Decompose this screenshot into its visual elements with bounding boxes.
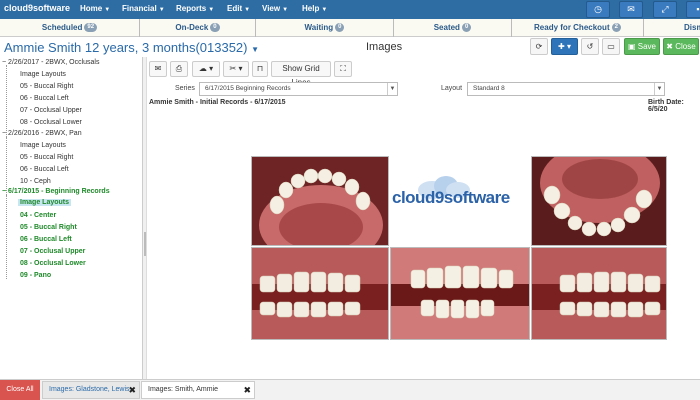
photo-buccal-left[interactable]	[531, 247, 667, 340]
brand-logo[interactable]: cloud9software	[4, 3, 70, 13]
count-badge: 0	[461, 23, 472, 33]
app-window: cloud9software Home ▼ Financial ▼ Reports ▼…	[0, 0, 700, 400]
tree-group[interactable]: − 2/26/2017 - 2BWX, Occlusals	[2, 59, 99, 66]
save-button[interactable]: ▣ Save	[624, 38, 660, 55]
close-icon[interactable]: ✖	[128, 382, 136, 398]
photo-occlusal-lower[interactable]	[531, 156, 667, 246]
status-waiting[interactable]: Waiting 0	[256, 19, 394, 37]
tree-item-selected[interactable]: Image Layouts	[18, 199, 72, 206]
envelope-icon[interactable]: ✉	[149, 61, 167, 77]
close-icon[interactable]: ✖	[243, 382, 251, 398]
tree-group[interactable]: − 2/26/2016 - 2BWX, Pan	[2, 130, 82, 137]
photo-buccal-right[interactable]	[251, 247, 389, 340]
layout-select[interactable]: Standard 8 ▼	[467, 82, 665, 96]
center-image	[391, 248, 529, 339]
count-badge: 2	[611, 23, 621, 33]
cloud-upload-icon[interactable]: ☁ ▾	[192, 61, 220, 77]
tree-item[interactable]: 09 - Pano	[20, 272, 51, 279]
tree-item[interactable]: 10 - Ceph	[20, 178, 51, 185]
top-nav: cloud9software Home ▼ Financial ▼ Reports ▼…	[0, 0, 700, 19]
menu-reports[interactable]: Reports ▼	[176, 4, 214, 13]
status-dismissed[interactable]: Dism	[644, 19, 700, 37]
tree-item[interactable]: 06 - Buccal Left	[20, 236, 72, 243]
count-badge: 0	[210, 23, 220, 33]
chevron-down-icon: ▼	[387, 83, 397, 95]
fullscreen-icon[interactable]: ⛶	[334, 61, 352, 77]
tree-item[interactable]: Image Layouts	[20, 71, 66, 78]
tab-images-gladstone[interactable]: Images: Gladstone, Lewis ✖	[42, 381, 140, 399]
splitter-grip[interactable]	[144, 232, 146, 256]
page-title: Images	[366, 41, 403, 53]
show-grid-lines-button[interactable]: Show Grid Lines	[271, 61, 331, 87]
unlock-icon[interactable]: ⊓	[252, 61, 268, 77]
refresh-icon[interactable]: ⟳	[530, 38, 548, 55]
lock-icon[interactable]: ▪	[686, 1, 700, 18]
tree-item[interactable]: 07 - Occlusal Upper	[20, 107, 82, 114]
photo-occlusal-upper[interactable]	[251, 156, 389, 246]
count-badge: 0	[335, 23, 345, 33]
tree-item[interactable]: 05 - Buccal Right	[20, 224, 77, 231]
mail-icon[interactable]: ✉	[619, 1, 643, 18]
tree-item[interactable]: 06 - Buccal Left	[20, 166, 69, 173]
close-all-button[interactable]: Close All	[0, 380, 40, 400]
status-ready-checkout[interactable]: Ready for Checkout 2	[512, 19, 644, 37]
count-badge: 92	[84, 23, 98, 33]
tree-group[interactable]: − 6/17/2015 - Beginning Records	[2, 188, 110, 195]
panel-splitter[interactable]	[143, 57, 147, 379]
patient-title[interactable]: Ammie Smith 12 years, 3 months(013352) ▼	[4, 40, 259, 55]
clock-icon[interactable]: ◷	[586, 1, 610, 18]
tree-item[interactable]: 05 - Buccal Right	[20, 154, 73, 161]
tree-item[interactable]: 04 - Center	[20, 212, 56, 219]
tree-item[interactable]: Image Layouts	[20, 142, 66, 149]
history-icon[interactable]: ↺	[581, 38, 599, 55]
tools-icon[interactable]: ✂ ▾	[223, 61, 249, 77]
chevron-down-icon: ▼	[654, 83, 664, 95]
record-tree: − 2/26/2017 - 2BWX, Occlusals Image Layo…	[0, 57, 143, 379]
buccal-left-image	[532, 248, 666, 339]
status-seated[interactable]: Seated 0	[394, 19, 512, 37]
record-title: Ammie Smith - Initial Records - 6/17/201…	[149, 99, 286, 106]
buccal-right-image	[252, 248, 388, 339]
menu-edit[interactable]: Edit ▼	[227, 4, 250, 13]
tree-item[interactable]: 07 - Occlusal Upper	[20, 248, 85, 255]
status-on-deck[interactable]: On-Deck 0	[140, 19, 256, 37]
status-bar: Scheduled 92 On-Deck 0 Waiting 0 Seated 0 Re…	[0, 19, 700, 37]
close-button[interactable]: ✖ Close	[663, 38, 699, 55]
monitor-icon[interactable]: ▭	[602, 38, 620, 55]
expand-icon[interactable]: ⤢	[653, 1, 677, 18]
menu-help[interactable]: Help ▼	[302, 4, 327, 13]
tree-item[interactable]: 06 - Buccal Left	[20, 95, 69, 102]
status-scheduled[interactable]: Scheduled 92	[0, 19, 140, 37]
tab-images-smith[interactable]: Images: Smith, Ammie ✖	[141, 381, 255, 399]
tree-item[interactable]: 08 - Occlusal Lower	[20, 119, 82, 126]
tree-item[interactable]: 08 - Occlusal Lower	[20, 260, 86, 267]
tree-item[interactable]: 05 - Buccal Right	[20, 83, 73, 90]
birth-date: Birth Date: 6/5/20	[648, 99, 684, 113]
print-icon[interactable]: ⎙	[170, 61, 188, 77]
menu-financial[interactable]: Financial ▼	[122, 4, 165, 13]
series-label: Series	[175, 85, 195, 92]
occlusal-lower-image	[532, 157, 666, 245]
cloud9-logo-text: cloud9software	[392, 188, 510, 207]
menu-view[interactable]: View ▼	[262, 4, 288, 13]
plus-icon[interactable]: ✚ ▾	[551, 38, 578, 55]
menu-home[interactable]: Home ▼	[80, 4, 110, 13]
series-select[interactable]: 6/17/2015 Beginning Records ▼	[199, 82, 398, 96]
occlusal-upper-image	[252, 157, 388, 245]
layout-label: Layout	[441, 85, 463, 92]
photo-center[interactable]	[390, 247, 530, 340]
